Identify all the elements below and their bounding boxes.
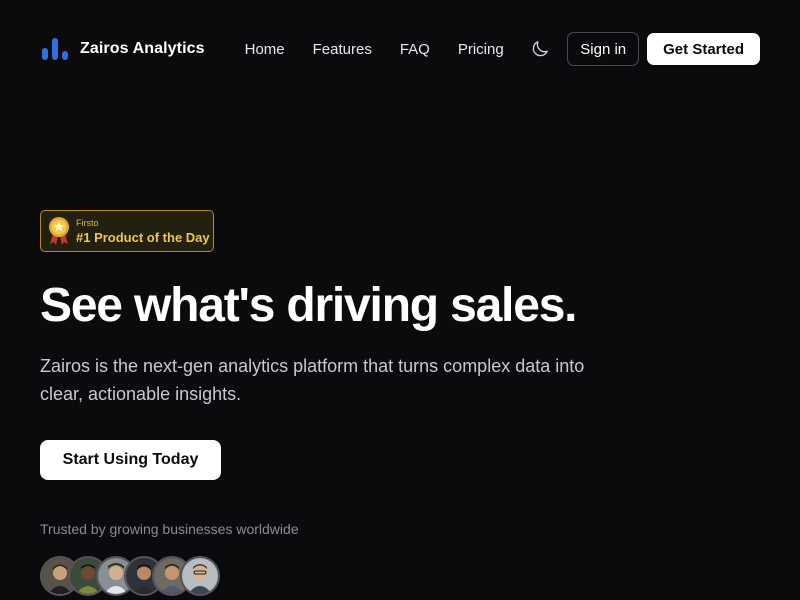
bar-chart-logo-icon [42,38,68,60]
nav-link-pricing[interactable]: Pricing [458,41,504,58]
badge-text: Firsto #1 Product of the Day [76,217,210,245]
moon-icon [533,41,549,57]
nav-links: Home Features FAQ Pricing [245,41,504,58]
nav-link-features[interactable]: Features [313,41,372,58]
sign-in-button[interactable]: Sign in [567,32,640,66]
badge-title: #1 Product of the Day [76,229,210,245]
header-actions: Sign in Get Started [529,32,760,66]
avatar [180,556,220,596]
trusted-text: Trusted by growing businesses worldwide [40,521,299,537]
hero-description: Zairos is the next-gen analytics platfor… [40,356,585,404]
medal-icon [49,217,69,245]
product-of-the-day-badge[interactable]: Firsto #1 Product of the Day [40,210,214,252]
top-navigation: Zairos Analytics Home Features FAQ Prici… [40,32,760,66]
customer-avatars [40,556,220,596]
hero-title: See what's driving sales. [40,279,578,332]
nav-link-home[interactable]: Home [245,41,285,58]
start-using-button[interactable]: Start Using Today [40,440,221,480]
badge-source: Firsto [76,217,99,228]
nav-link-faq[interactable]: FAQ [400,41,430,58]
theme-toggle-button[interactable] [529,38,551,60]
brand-name: Zairos Analytics [80,40,205,57]
get-started-button[interactable]: Get Started [647,33,760,65]
brand-link[interactable]: Zairos Analytics [40,36,205,62]
landing-page: Zairos Analytics Home Features FAQ Prici… [0,0,800,600]
